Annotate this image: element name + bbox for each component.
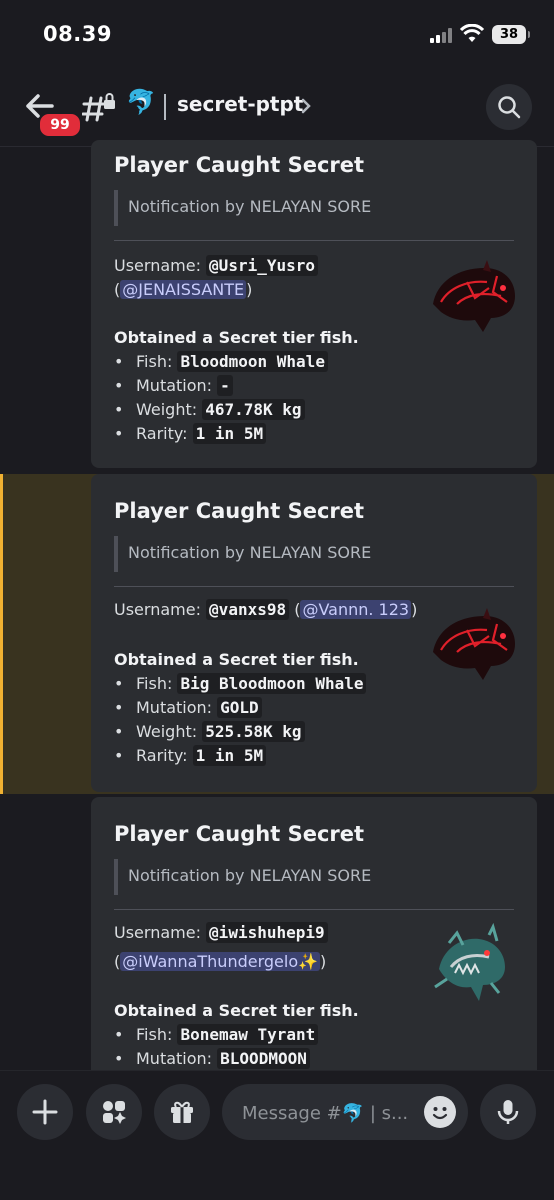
mutation-value: - [217,375,233,396]
embed-divider [114,909,514,910]
composer-bar [0,1070,554,1200]
embed-note: Notification by NELAYAN SORE [128,866,372,885]
fish-label: Fish: [136,352,173,371]
apps-icon [103,1101,126,1124]
embed-card: Player Caught Secret Notification by NEL… [91,474,537,792]
embed-title: Player Caught Secret [114,822,365,846]
apps-button[interactable] [86,1084,142,1140]
battery-icon: 38 [492,25,530,44]
embed-note: Notification by NELAYAN SORE [128,543,372,562]
username-label: Username: [114,923,201,942]
rarity-bullet: • Rarity: 1 in 5M [114,745,267,766]
message-box [222,1084,468,1140]
user-mention[interactable]: @Vannn. 123 [300,600,412,619]
rarity-label: Rarity: [136,424,188,443]
embed-title: Player Caught Secret [114,499,365,523]
rarity-bullet: • Rarity: 1 in 5M [114,423,267,444]
username-line: Username: @Usri_Yusro [114,255,319,276]
username-code: @iwishuhepi9 [206,922,328,943]
fish-value: Bloodmoon Whale [177,351,328,372]
bloodmoon-whale-icon[interactable] [427,600,519,686]
emoji-button[interactable] [424,1096,456,1128]
fish-label: Fish: [136,1025,173,1044]
mention-line: (@iWannaThundergelo✨) [114,952,327,971]
embed-divider [114,586,514,587]
obtained-text: Obtained a Secret tier fish. [114,328,359,347]
locked-channel-icon [82,93,115,122]
voice-button[interactable] [480,1084,536,1140]
chevron-right-icon[interactable] [300,97,312,115]
smiley-icon [432,1107,448,1120]
search-button[interactable] [486,84,532,130]
username-line: Username: @vanxs98 (@Vannn. 123) [114,599,418,620]
weight-bullet: • Weight: 525.58K kg [114,721,305,742]
fish-bullet: • Fish: Bonemaw Tyrant [114,1024,319,1045]
weight-label: Weight: [136,400,198,419]
cellular-signal-icon [430,27,454,43]
add-button[interactable] [17,1084,73,1140]
message-input[interactable] [240,1098,414,1128]
weight-bullet: • Weight: 467.78K kg [114,399,305,420]
mutation-label: Mutation: [136,1049,213,1068]
gift-button[interactable] [154,1084,210,1140]
mutation-label: Mutation: [136,376,213,395]
embed-title: Player Caught Secret [114,153,365,177]
rarity-value: 1 in 5M [192,423,267,444]
microphone-icon [497,1100,519,1124]
fish-label: Fish: [136,674,173,693]
user-mention[interactable]: @JENAISSANTE [120,280,247,299]
embed-note: Notification by NELAYAN SORE [128,197,372,216]
weight-label: Weight: [136,722,198,741]
username-code: @vanxs98 [206,599,290,620]
header-divider [164,94,166,120]
channel-emoji: 🐬 [126,88,156,116]
mention-line: (@JENAISSANTE) [114,280,253,299]
mutation-bullet: • Mutation: - [114,375,233,396]
unread-badge: 99 [38,112,82,138]
embed-card: Player Caught Secret Notification by NEL… [91,140,537,468]
username-code: @Usri_Yusro [206,255,319,276]
username-label: Username: [114,256,201,275]
fish-bullet: • Fish: Bloodmoon Whale [114,351,328,372]
rarity-label: Rarity: [136,746,188,765]
plus-icon [32,1099,58,1125]
embed-divider [114,240,514,241]
weight-value: 467.78K kg [202,399,305,420]
channel-name[interactable]: secret-ptpt [177,92,303,116]
mutation-value: BLOODMOON [217,1048,310,1069]
mutation-value: GOLD [217,697,262,718]
bonemaw-tyrant-icon[interactable] [429,923,515,1009]
mutation-label: Mutation: [136,698,213,717]
embed-quote: Notification by NELAYAN SORE [114,190,371,226]
username-line: Username: @iwishuhepi9 [114,922,328,943]
rarity-value: 1 in 5M [192,745,267,766]
status-bar: 08.39 38 [0,0,554,70]
fish-value: Big Bloodmoon Whale [177,673,367,694]
wifi-icon [460,24,484,42]
user-mention[interactable]: @iWannaThundergelo✨ [120,952,321,971]
embed-quote: Notification by NELAYAN SORE [114,536,371,572]
gift-icon [171,1101,193,1123]
fish-bullet: • Fish: Big Bloodmoon Whale [114,673,367,694]
bloodmoon-whale-icon[interactable] [427,252,519,338]
mutation-bullet: • Mutation: BLOODMOON [114,1048,310,1069]
weight-value: 525.58K kg [202,721,305,742]
mutation-bullet: • Mutation: GOLD [114,697,262,718]
search-icon [498,96,521,119]
clock: 08.39 [43,22,112,46]
embed-quote: Notification by NELAYAN SORE [114,859,371,895]
username-label: Username: [114,600,201,619]
channel-header: 99 🐬 secret-ptpt [0,70,554,147]
obtained-text: Obtained a Secret tier fish. [114,1001,359,1020]
fish-value: Bonemaw Tyrant [177,1024,319,1045]
embed-card: Player Caught Secret Notification by NEL… [91,797,537,1087]
obtained-text: Obtained a Secret tier fish. [114,650,359,669]
